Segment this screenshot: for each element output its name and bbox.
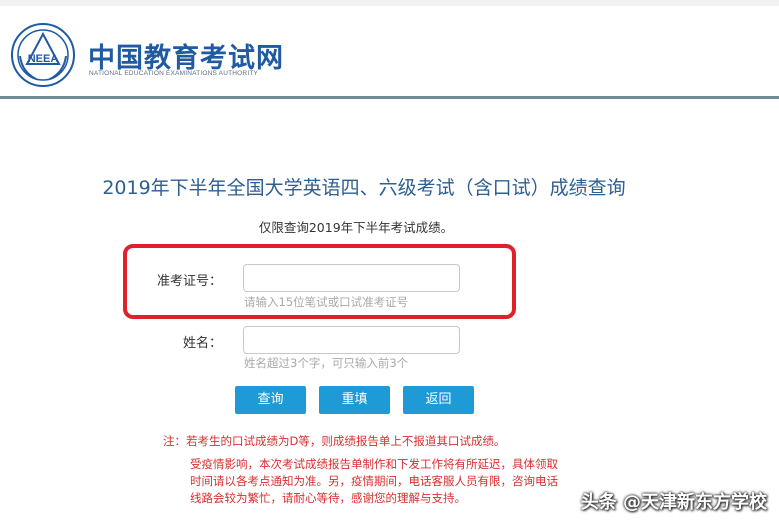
ticket-number-input[interactable] xyxy=(243,264,460,292)
name-hint: 姓名超过3个字，可只输入前3个 xyxy=(244,356,409,370)
back-button[interactable]: 返回 xyxy=(403,386,474,414)
seal-text: NEEA xyxy=(28,53,59,65)
header-divider xyxy=(0,96,779,99)
name-label: 姓名： xyxy=(182,336,222,351)
ticket-number-hint: 请输入15位笔试或口试准考证号 xyxy=(244,295,409,309)
site-header: NEEA 中国教育考试网 NATIONAL EDUCATION EXAMINAT… xyxy=(0,6,779,98)
page-subtitle: 仅限查询2019年下半年考试成绩。 xyxy=(258,220,454,235)
page-title: 2019年下半年全国大学英语四、六级考试（含口试）成绩查询 xyxy=(102,177,626,199)
note-delay-line-1: 受疫情影响，本次考试成绩报告单制作和下发工作将有所延迟，具体领取 xyxy=(190,457,558,471)
query-button[interactable]: 查询 xyxy=(235,386,306,414)
note-delay-line-2: 时间请以各考点通知为准。另，疫情期间，电话客服人员有限，咨询电话 xyxy=(190,474,558,488)
neea-seal-icon: NEEA xyxy=(11,23,75,87)
note-oral-exam: 注：若考生的口试成绩为D等，则成绩报告单上不报道其口试成绩。 xyxy=(163,434,506,448)
name-input[interactable] xyxy=(243,326,460,354)
note-delay-line-3: 线路会较为繁忙，请耐心等待，感谢您的理解与支持。 xyxy=(190,491,466,505)
watermark: 头条 @天津新东方学校 xyxy=(580,492,767,513)
site-logo-en: NATIONAL EDUCATION EXAMINATIONS AUTHORIT… xyxy=(89,70,259,77)
reset-button[interactable]: 重填 xyxy=(319,386,390,414)
ticket-number-label: 准考证号： xyxy=(156,274,222,289)
